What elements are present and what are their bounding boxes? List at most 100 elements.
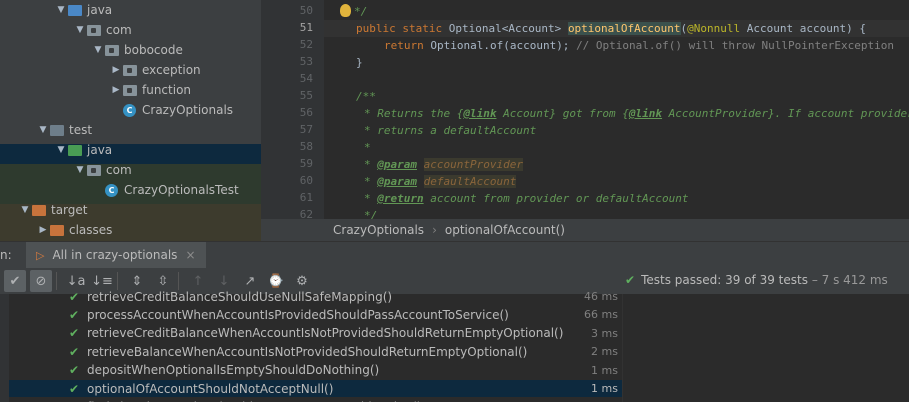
breadcrumb: CrazyOptionals › optionalOfAccount() bbox=[261, 219, 909, 241]
tree-item-com[interactable]: ▼ com bbox=[0, 20, 261, 40]
code-line-59: * @param accountProvider bbox=[364, 158, 523, 171]
tree-item-classes[interactable]: ▶ classes bbox=[0, 220, 261, 240]
check-icon: ✔ bbox=[69, 363, 80, 378]
check-icon: ✔ bbox=[69, 326, 80, 341]
test-duration: 3 ms bbox=[591, 326, 618, 340]
chevron-down-icon[interactable]: ▼ bbox=[54, 5, 68, 15]
tree-item-java[interactable]: ▼ java bbox=[0, 0, 261, 20]
test-status: ✔ Tests passed: 39 of 39 tests – 7 s 412 … bbox=[625, 273, 888, 287]
tree-item-label: CrazyOptionalsTest bbox=[124, 183, 239, 197]
breadcrumb-separator: › bbox=[432, 223, 437, 237]
code-line-60: * @param defaultAccount bbox=[364, 175, 517, 188]
close-icon[interactable]: × bbox=[185, 248, 195, 262]
chevron-right-icon[interactable]: ▶ bbox=[109, 65, 123, 75]
tree-item-label: test bbox=[69, 123, 93, 137]
code-line-57: * returns a defaultAccount bbox=[364, 124, 537, 137]
check-icon: ✔ bbox=[69, 381, 80, 396]
line-number: 51 bbox=[299, 21, 313, 34]
tree-item-function[interactable]: ▶ function bbox=[0, 80, 261, 100]
tree-item-com[interactable]: ▼ com bbox=[0, 160, 261, 180]
code-line-50: */ bbox=[354, 5, 368, 18]
folder-icon bbox=[68, 144, 82, 156]
status-passed-count: 39 bbox=[725, 273, 741, 287]
tree-item-label: com bbox=[106, 23, 132, 37]
code-line-56: * Returns the {@link Account} got from {… bbox=[364, 107, 909, 120]
tree-item-label: bobocode bbox=[124, 43, 183, 57]
run-config-icon: ▷ bbox=[36, 248, 45, 262]
line-number: 54 bbox=[299, 72, 313, 85]
code-line-62: */ bbox=[364, 209, 378, 219]
class-icon: C bbox=[105, 183, 118, 197]
test-row[interactable]: ✔ depositWhenOptionalIsEmptyShouldDoNothi… bbox=[9, 362, 622, 379]
line-number: 60 bbox=[299, 174, 313, 187]
test-row[interactable]: ✔ retrieveCreditBalanceWhenAccountIsNotPr… bbox=[9, 325, 622, 342]
tree-item-target[interactable]: ▼ target bbox=[0, 200, 261, 220]
tree-item-crazyoptionalstest[interactable]: C CrazyOptionalsTest bbox=[0, 180, 261, 200]
test-duration: 46 ms bbox=[584, 290, 618, 303]
line-number: 50 bbox=[299, 4, 313, 17]
test-name: optionalOfAccountShouldNotAcceptNull() bbox=[87, 381, 334, 396]
tree-item-java[interactable]: ▼ java bbox=[0, 140, 261, 160]
breadcrumb-method[interactable]: optionalOfAccount() bbox=[445, 223, 565, 237]
test-list-gutter bbox=[0, 294, 9, 402]
test-name: processAccountWhenAccountIsProvidedShoul… bbox=[87, 307, 509, 322]
test-row[interactable]: ✔ retrieveBalanceWhenAccountIsNotProvided… bbox=[9, 343, 622, 360]
test-row[interactable]: ✔ optionalOfAccountShouldNotAcceptNull() 1… bbox=[9, 380, 622, 397]
code-line-51: public static Optional<Account> optional… bbox=[356, 22, 866, 35]
line-number: 58 bbox=[299, 140, 313, 153]
tree-item-label: java bbox=[87, 3, 113, 17]
chevron-down-icon[interactable]: ▼ bbox=[54, 145, 68, 155]
chevron-down-icon[interactable]: ▼ bbox=[73, 25, 87, 35]
chevron-right-icon[interactable]: ▶ bbox=[36, 225, 50, 235]
test-duration: 66 ms bbox=[584, 308, 618, 322]
breadcrumb-file[interactable]: CrazyOptionals bbox=[333, 223, 424, 237]
code-line-55: /** bbox=[356, 90, 376, 103]
chevron-down-icon[interactable]: ▼ bbox=[36, 125, 50, 135]
status-label: Tests passed: bbox=[641, 273, 722, 287]
run-tab[interactable]: ▷ All in crazy-optionals × bbox=[26, 241, 206, 269]
code-line-53: } bbox=[356, 56, 363, 69]
project-tree: ▼ java ▼ com ▼ bobocode ▶ exception ▶ function C Cr… bbox=[0, 0, 261, 241]
tree-item-test[interactable]: ▼ test bbox=[0, 120, 261, 140]
folder-icon bbox=[87, 164, 101, 176]
tree-item-exception[interactable]: ▶ exception bbox=[0, 60, 261, 80]
chevron-down-icon[interactable]: ▼ bbox=[73, 165, 87, 175]
status-time: – 7 s 412 ms bbox=[811, 273, 888, 287]
folder-icon bbox=[32, 204, 46, 216]
test-row[interactable]: ✔ retrieveCreditBalanceShouldUseNullSafeM… bbox=[9, 288, 622, 305]
check-icon: ✔ bbox=[69, 307, 80, 322]
test-name: retrieveCreditBalanceShouldUseNullSafeMa… bbox=[87, 289, 393, 304]
run-tool-header: n: ▷ All in crazy-optionals × bbox=[0, 241, 909, 269]
line-number: 52 bbox=[299, 38, 313, 51]
run-tab-label: All in crazy-optionals bbox=[52, 248, 178, 262]
chevron-down-icon[interactable]: ▼ bbox=[18, 205, 32, 215]
line-number: 61 bbox=[299, 191, 313, 204]
code-line-58: * bbox=[364, 141, 371, 154]
chevron-right-icon[interactable]: ▶ bbox=[109, 85, 123, 95]
line-number: 59 bbox=[299, 157, 313, 170]
tree-item-crazyoptionals[interactable]: C CrazyOptionals bbox=[0, 100, 261, 120]
test-duration: 1 ms bbox=[591, 363, 618, 377]
code-line-61: * @return account from provider or defau… bbox=[364, 192, 689, 205]
test-row[interactable]: ✔ processAccountWhenAccountIsProvidedShou… bbox=[9, 306, 622, 323]
folder-icon bbox=[123, 84, 137, 96]
ide-window: ▼ java ▼ com ▼ bobocode ▶ exception ▶ function C Cr… bbox=[0, 0, 909, 402]
tree-item-bobocode[interactable]: ▼ bobocode bbox=[0, 40, 261, 60]
tree-item-label: classes bbox=[69, 223, 113, 237]
test-row[interactable]: ✔findMinBalanceValueShouldReturnCorrectD… bbox=[9, 398, 622, 402]
lightbulb-icon[interactable] bbox=[340, 4, 351, 17]
tree-item-label: java bbox=[87, 143, 113, 157]
folder-icon bbox=[123, 64, 137, 76]
line-gutter: 50 51 52 53 54 55 56 57 58 59 60 61 62 bbox=[261, 0, 324, 221]
check-icon: ✔ bbox=[69, 289, 80, 304]
line-number: 56 bbox=[299, 106, 313, 119]
folder-icon bbox=[68, 4, 82, 16]
code-editor[interactable]: */ public static Optional<Account> optio… bbox=[324, 0, 909, 219]
chevron-down-icon[interactable]: ▼ bbox=[91, 45, 105, 55]
tree-item-label: com bbox=[106, 163, 132, 177]
test-name: retrieveCreditBalanceWhenAccountIsNotPro… bbox=[87, 326, 564, 341]
line-number: 53 bbox=[299, 55, 313, 68]
console-output[interactable] bbox=[622, 294, 909, 402]
status-check-icon: ✔ bbox=[625, 273, 636, 287]
test-results-list: ✔ retrieveCreditBalanceShouldUseNullSafeM… bbox=[0, 290, 622, 402]
